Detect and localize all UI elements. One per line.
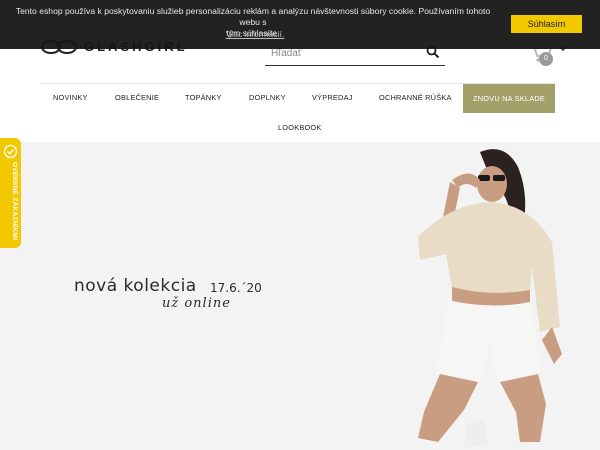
page: GLASHGIRL 0 Tento eshop používa k poskyt… [0,0,600,450]
nav-item-oblecenie[interactable]: OBLEČENIE [115,84,159,112]
nav-item-doplnky[interactable]: DOPLNKY [249,84,286,112]
cookie-consent-bar: Tento eshop používa k poskytovaniu služi… [0,0,600,49]
cookie-accept-button[interactable]: Súhlasím [511,15,582,33]
cookie-info-link[interactable]: Viac informácií. [200,29,310,39]
model-photo [418,149,562,448]
cart-count-badge: 0 [539,52,553,66]
nav-item-novinky[interactable]: NOVINKY [53,84,88,112]
verified-reviews-label: OVERENÉ ZÁKAZNÍKMI [11,162,18,241]
main-nav: NOVINKY OBLEČENIE TOPÁNKY DOPLNKY VÝPRED… [0,84,600,142]
nav-item-vypredaj[interactable]: VÝPREDAJ [312,84,353,112]
verified-check-icon [3,144,18,159]
nav-item-lookbook[interactable]: LOOKBOOK [278,114,322,142]
hero-headline: nová kolekcia [74,276,197,296]
hero-subline: už online [162,296,231,311]
nav-item-topanky[interactable]: TOPÁNKY [185,84,222,112]
cookie-message-line1: Tento eshop používa k poskytovaniu služi… [15,6,491,27]
nav-item-znovu-na-sklade[interactable]: ZNOVU NA SKLADE [463,84,555,113]
hero-date: 17.6.´20 [210,281,262,295]
nav-item-ochranne-rusky[interactable]: OCHRANNÉ RÚŠKA [379,84,452,112]
verified-reviews-tab[interactable]: OVERENÉ ZÁKAZNÍKMI [0,138,21,248]
hero-banner[interactable]: nová kolekcia 17.6.´20 už online [0,142,600,450]
